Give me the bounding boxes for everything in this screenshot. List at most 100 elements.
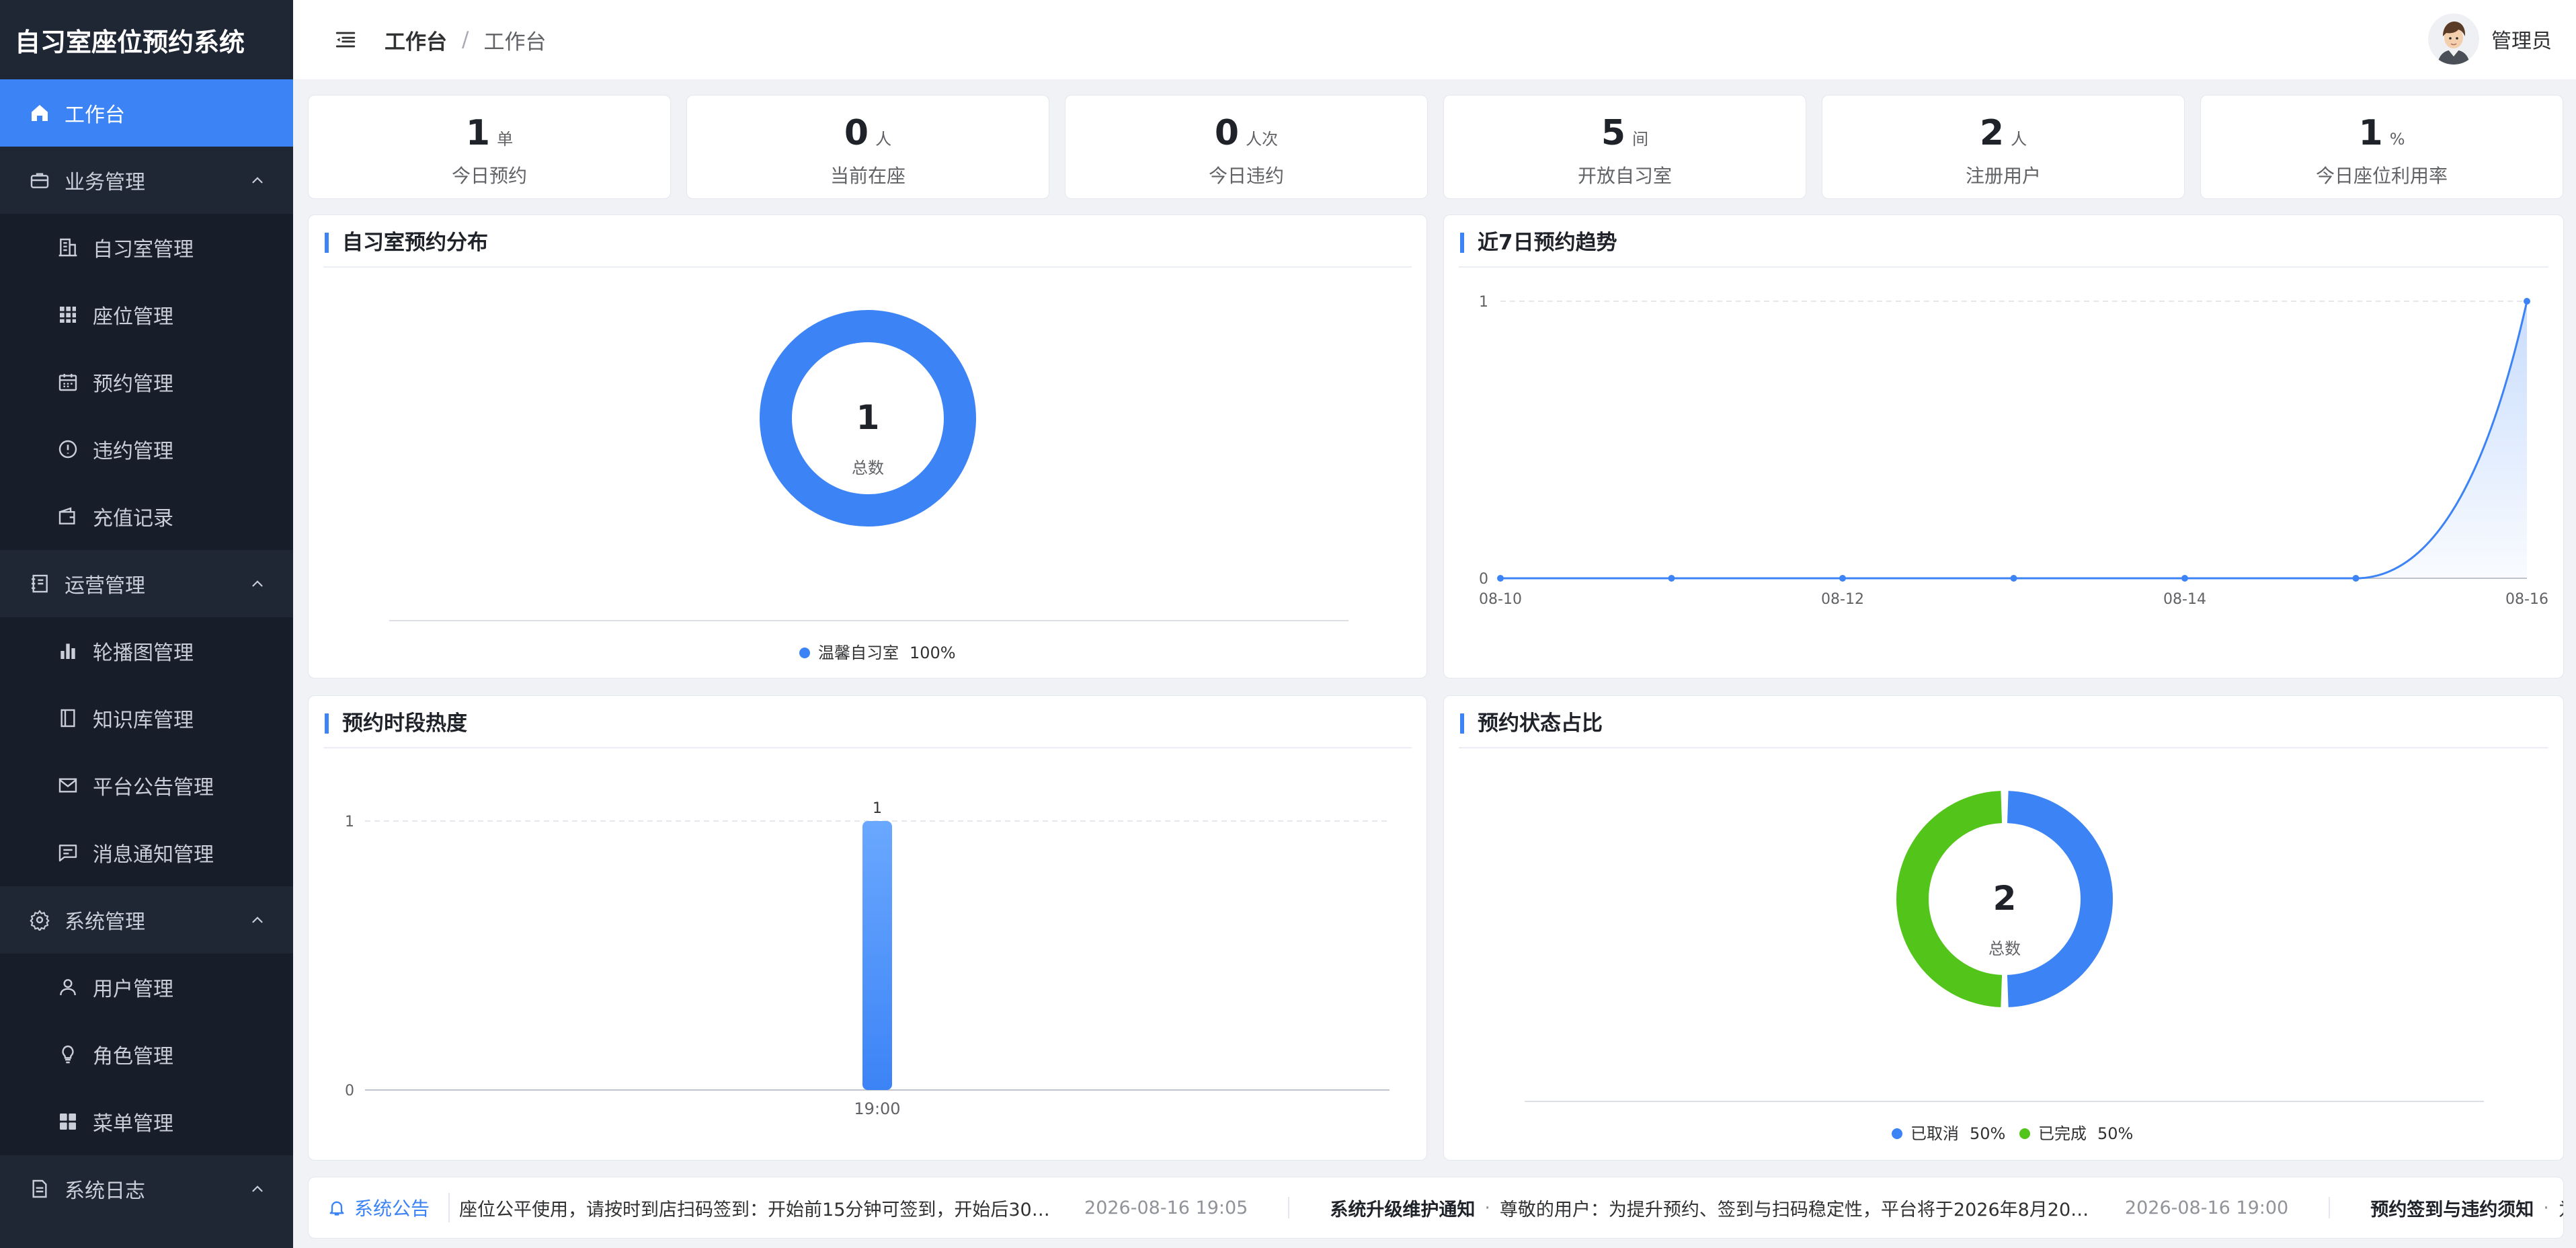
notice-label[interactable]: 系统公告 — [309, 1193, 450, 1222]
bulb-icon — [56, 1043, 79, 1066]
collapse-menu-button[interactable] — [332, 26, 359, 53]
bell-icon — [329, 1201, 344, 1216]
room-distribution-donut-chart: 1 总数温馨自习室 100% — [389, 310, 1349, 662]
notice-text: 座位公平使用，请按时到店扫码签到：开始前15分钟可签到，开始后30分... — [459, 1199, 1065, 1220]
sidebar-item-13[interactable]: 用户管理 — [0, 953, 293, 1021]
trend-panel: 近7日预约趋势 0 1 08-10 08-12 08-14 08-16 — [1443, 214, 2564, 678]
avatar[interactable] — [2428, 13, 2479, 65]
stat-value-row: 2人 — [1822, 113, 2184, 153]
notice-bar: 系统公告 座位公平使用，请按时到店扫码签到：开始前15分钟可签到，开始后30分.… — [308, 1177, 2564, 1239]
trend-line-chart: 0 1 08-10 08-12 08-14 08-16 — [1479, 294, 2548, 608]
y-tick-label: 1 — [345, 814, 354, 830]
sidebar-item-6[interactable]: 充值记录 — [0, 483, 293, 550]
trend-point-08-16 — [2524, 298, 2530, 305]
stat-label: 当前在座 — [830, 165, 905, 187]
breadcrumb-item-home[interactable]: 工作台 — [385, 25, 447, 55]
sidebar-item-9[interactable]: 知识库管理 — [0, 685, 293, 752]
sidebar-item-label: 运营管理 — [65, 574, 145, 598]
sidebar-item-label: 知识库管理 — [93, 709, 194, 732]
stat-unit: 人 — [2011, 130, 2027, 149]
y-tick-label: 0 — [345, 1083, 354, 1099]
x-tick-label: 08-14 — [2163, 591, 2206, 608]
stat-card: 1 单今日预约 — [308, 95, 671, 199]
sidebar-item-5[interactable]: 违约管理 — [0, 416, 293, 483]
stat-card: 0 人次今日违约 — [1065, 95, 1428, 199]
y-tick-label: 1 — [1479, 294, 1488, 311]
sidebar-menu: 工作台业务管理 自习室管理 座位管理预约管理违约管理充值记录运营管理轮播图管理知识库… — [0, 79, 293, 1222]
donut-slice-已取消 — [2007, 791, 2113, 1007]
sidebar-item-10[interactable]: 平台公告管理 — [0, 752, 293, 819]
stat-unit: 人次 — [1246, 130, 1279, 149]
notice-item[interactable]: 系统升级维护通知 · 尊敬的用户：为提升预约、签到与扫码稳定性，平台将于2026年8… — [1330, 1195, 2331, 1221]
stat-value: 5 — [1601, 113, 1626, 153]
alert-circle-icon — [56, 438, 79, 461]
stat-label: 今日预约 — [451, 165, 527, 187]
chevron-up-icon — [252, 916, 263, 923]
x-tick-label: 08-12 — [1821, 591, 1864, 608]
stat-label: 今日违约 — [1208, 165, 1284, 187]
stat-label: 开放自习室 — [1577, 165, 1672, 187]
sidebar-item-label: 轮播图管理 — [93, 641, 194, 665]
user-name[interactable]: 管理员 — [2491, 24, 2552, 54]
sidebar-item-8[interactable]: 轮播图管理 — [0, 617, 293, 685]
log-icon — [28, 1177, 51, 1200]
chevron-up-icon — [249, 910, 266, 928]
notice-item[interactable]: 座位公平使用，请按时到店扫码签到：开始前15分钟可签到，开始后30分... 202… — [459, 1195, 1290, 1221]
sidebar-item-4[interactable]: 预约管理 — [0, 348, 293, 416]
building-icon — [56, 236, 79, 259]
stat-value: 1 — [465, 113, 491, 153]
home-icon — [28, 102, 51, 124]
stat-unit: % — [2389, 130, 2405, 149]
briefcase-icon — [28, 169, 51, 192]
sidebar-item-label: 平台公告管理 — [93, 776, 214, 800]
sidebar: 自习室座位预约系统 工作台业务管理 自习室管理 座位管理预约管理违约管理充值记录运营… — [0, 0, 293, 1248]
trend-point-08-10 — [1497, 575, 1504, 582]
sidebar-item-label: 充值记录 — [93, 507, 173, 531]
stat-label: 今日座位利用率 — [2315, 165, 2448, 187]
calendar-icon — [56, 370, 79, 393]
status-panel: 预约状态占比 2 总数 已取消 50% 已完成 50% — [1443, 695, 2564, 1161]
sidebar-item-3[interactable]: 座位管理 — [0, 281, 293, 348]
top-header: 工作台 / 工作台 管理员 — [293, 0, 2576, 79]
sidebar-item-1[interactable]: 业务管理 — [0, 147, 293, 214]
stat-card: 0 人当前在座 — [686, 95, 1049, 199]
room-distribution-panel: 自习室预约分布 1 总数 温馨自习室 100% — [308, 214, 1427, 678]
sidebar-item-12[interactable]: 系统管理 — [0, 886, 293, 953]
stat-unit: 间 — [1632, 130, 1649, 149]
notice-text: 为保障 — [2559, 1195, 2563, 1221]
sidebar-item-14[interactable]: 角色管理 — [0, 1021, 293, 1088]
sidebar-item-16[interactable]: 系统日志 — [0, 1155, 293, 1222]
sidebar-item-label: 工作台 — [65, 104, 125, 127]
stat-card: 5 间开放自习室 — [1443, 95, 1806, 199]
legend-percent: 100% — [910, 644, 956, 662]
trend-point-08-12 — [1839, 575, 1846, 582]
sidebar-item-15[interactable]: 菜单管理 — [0, 1088, 293, 1155]
stat-value: 0 — [1214, 113, 1240, 153]
sidebar-item-2[interactable]: 自习室管理 — [0, 214, 293, 281]
status-donut-chart: 2 总数已取消 50% 已完成 50% — [1525, 791, 2484, 1143]
bar-chart-icon — [56, 639, 79, 662]
sidebar-item-11[interactable]: 消息通知管理 — [0, 819, 293, 886]
notice-label-text: 系统公告 — [354, 1198, 430, 1220]
time-slot-panel: 预约时段热度 0 1 1 19:00 — [308, 695, 1427, 1161]
notice-separator — [2329, 1197, 2331, 1218]
donut-center-value: 2 — [1993, 879, 2017, 918]
donut-center-label: 总数 — [1988, 939, 2021, 958]
notice-item[interactable]: 预约签到与违约须知 · 为保障 — [2370, 1195, 2563, 1221]
user-menu[interactable]: 管理员 — [2428, 13, 2552, 65]
donut-slice-已完成 — [1896, 791, 2003, 1007]
bar-data-label: 1 — [873, 800, 882, 817]
notice-marquee: 座位公平使用，请按时到店扫码签到：开始前15分钟可签到，开始后30分... 202… — [450, 1177, 2563, 1238]
trend-point-08-13 — [2010, 575, 2017, 582]
sidebar-item-7[interactable]: 运营管理 — [0, 550, 293, 617]
sidebar-item-0[interactable]: 工作台 — [0, 79, 293, 147]
chevron-up-icon — [252, 580, 263, 587]
stat-value-row: 1单 — [309, 113, 670, 153]
avatar-image — [2428, 13, 2479, 65]
app-title: 自习室座位预约系统 — [15, 27, 245, 57]
x-tick-label: 08-10 — [1479, 591, 1522, 608]
sidebar-item-label: 预约管理 — [93, 373, 173, 396]
notice-separator — [1288, 1197, 1290, 1218]
stat-label: 注册用户 — [1965, 165, 2041, 187]
sidebar-item-label: 违约管理 — [93, 440, 173, 463]
